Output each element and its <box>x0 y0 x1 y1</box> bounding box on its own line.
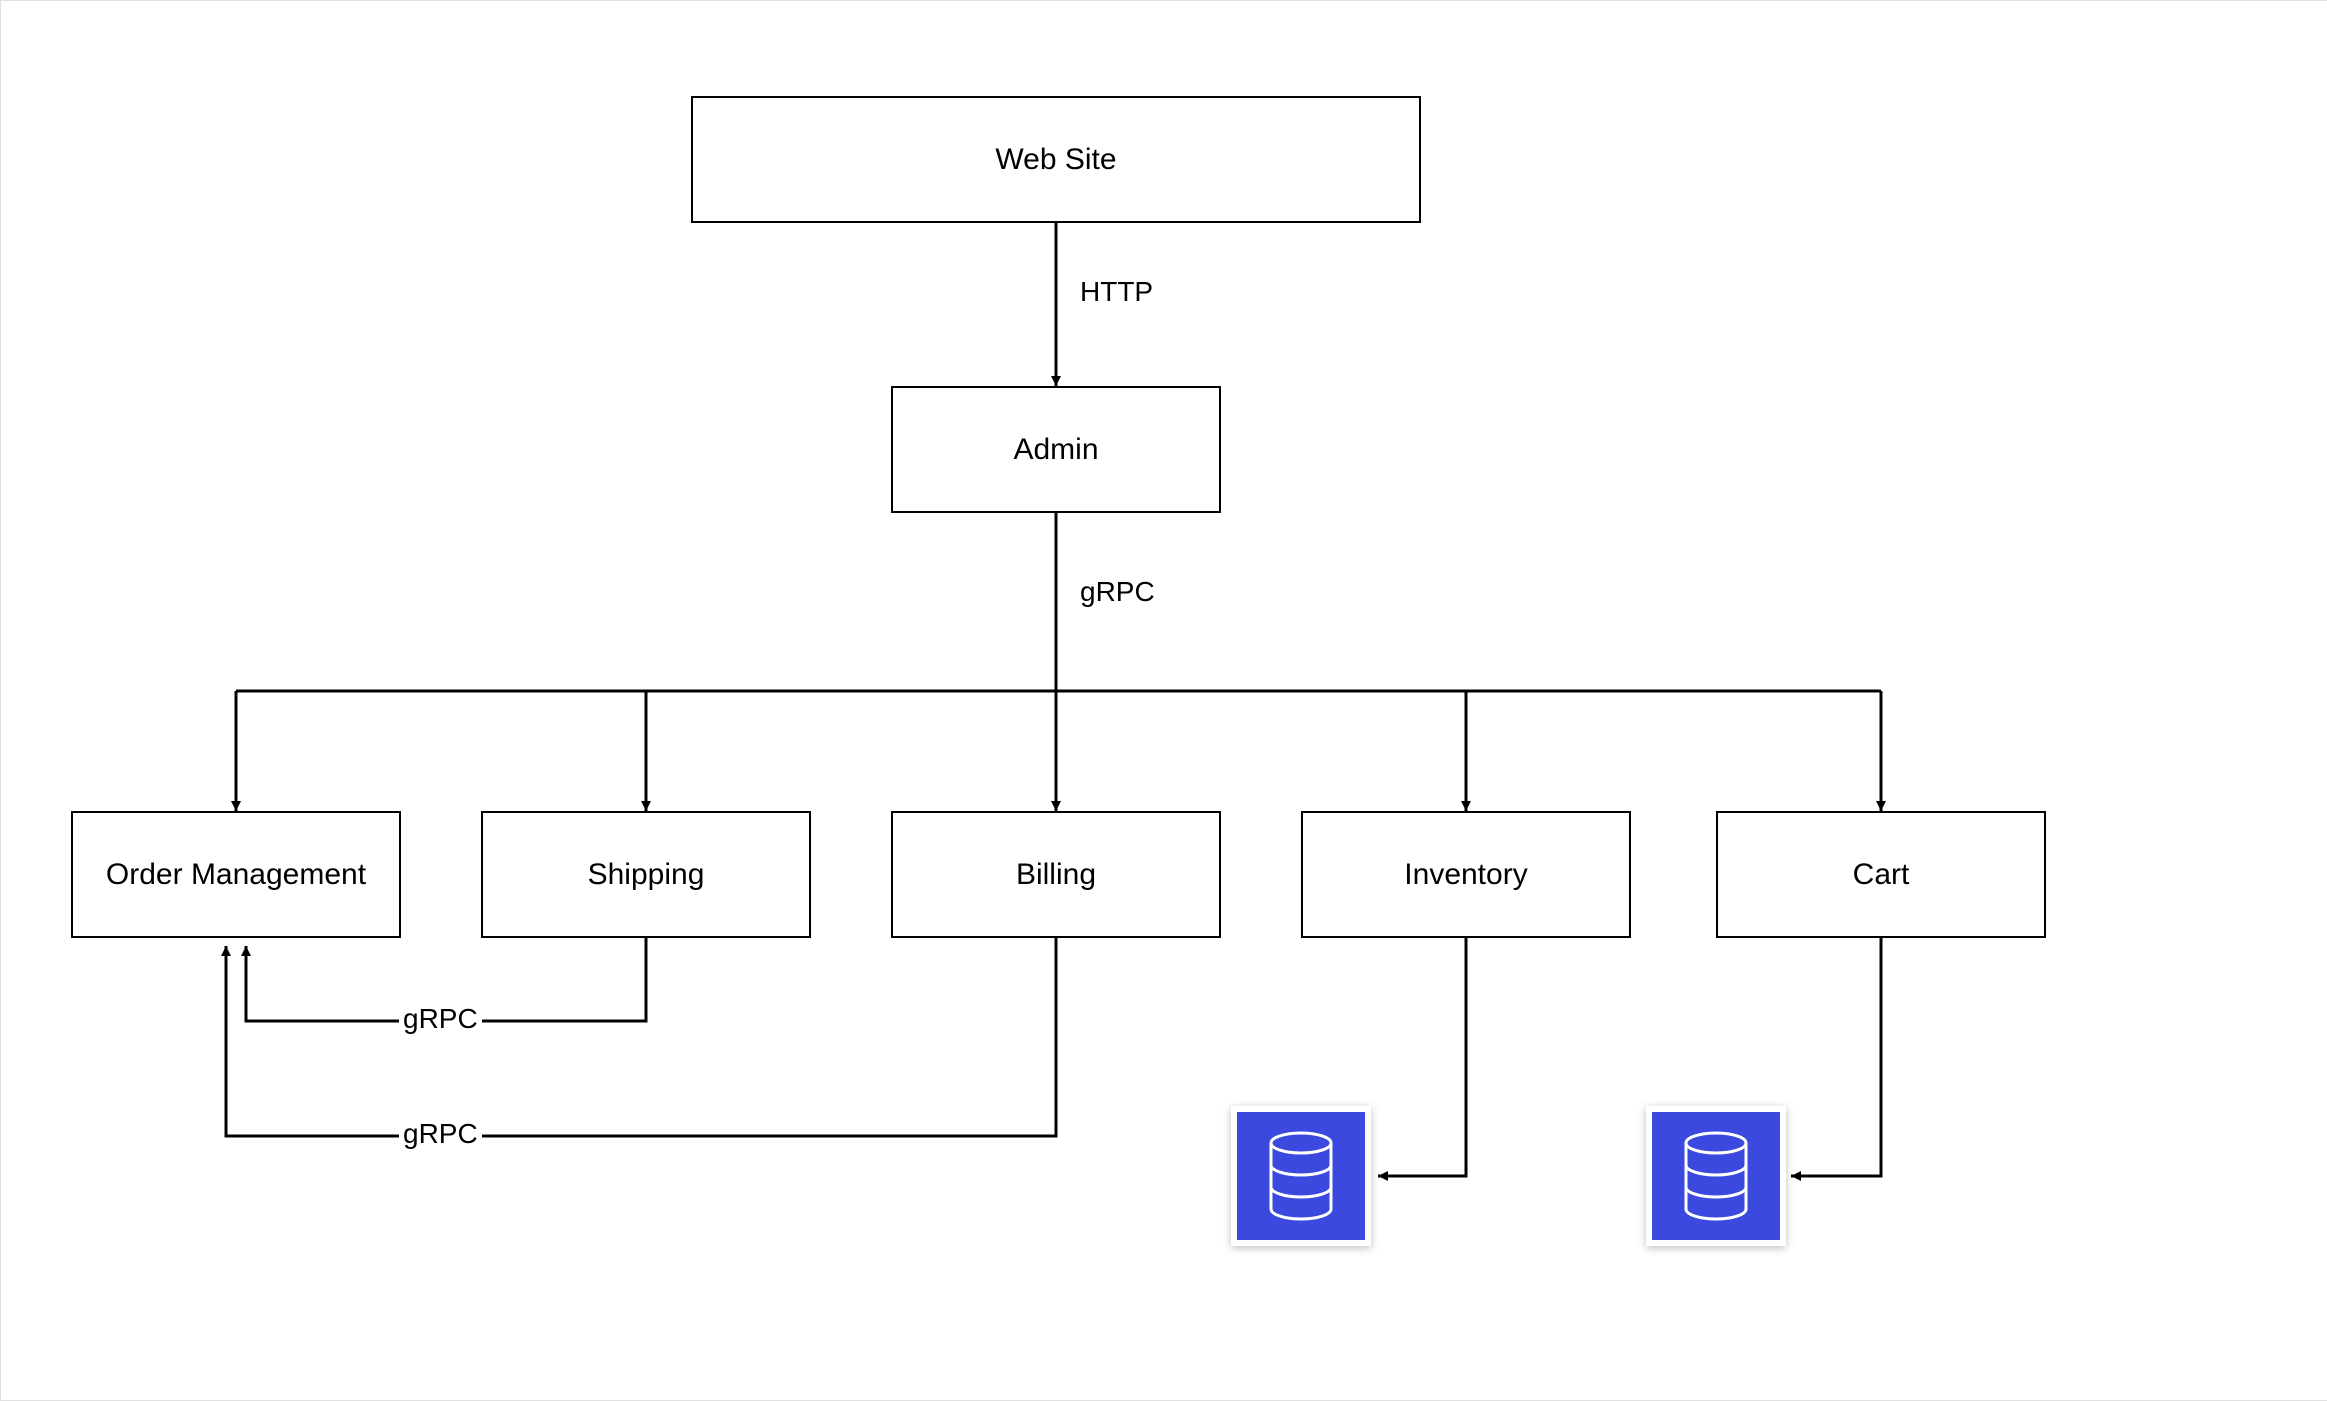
node-inventory-label: Inventory <box>1404 858 1527 892</box>
edge-label-grpc-billing: gRPC <box>399 1118 482 1150</box>
node-billing-label: Billing <box>1016 858 1096 892</box>
database-icon-inventory <box>1231 1106 1371 1246</box>
edge-label-grpc-fanout: gRPC <box>1076 576 1159 608</box>
node-shipping: Shipping <box>481 811 811 938</box>
node-cart: Cart <box>1716 811 2046 938</box>
node-order-management: Order Management <box>71 811 401 938</box>
edge-inventory-db <box>1378 936 1466 1176</box>
node-billing: Billing <box>891 811 1221 938</box>
node-website-label: Web Site <box>995 143 1116 177</box>
node-admin: Admin <box>891 386 1221 513</box>
node-order-management-label: Order Management <box>106 858 366 892</box>
database-icon <box>1266 1131 1336 1221</box>
edge-billing-ordermgmt <box>226 936 1056 1136</box>
edge-cart-db <box>1791 936 1881 1176</box>
node-website: Web Site <box>691 96 1421 223</box>
architecture-diagram: Web Site Admin Order Management Shipping… <box>0 0 2327 1401</box>
edge-label-grpc-shipping: gRPC <box>399 1003 482 1035</box>
node-inventory: Inventory <box>1301 811 1631 938</box>
node-cart-label: Cart <box>1853 858 1910 892</box>
node-shipping-label: Shipping <box>588 858 705 892</box>
edge-label-http: HTTP <box>1076 276 1157 308</box>
database-icon-cart <box>1646 1106 1786 1246</box>
node-admin-label: Admin <box>1013 433 1098 467</box>
database-icon <box>1681 1131 1751 1221</box>
